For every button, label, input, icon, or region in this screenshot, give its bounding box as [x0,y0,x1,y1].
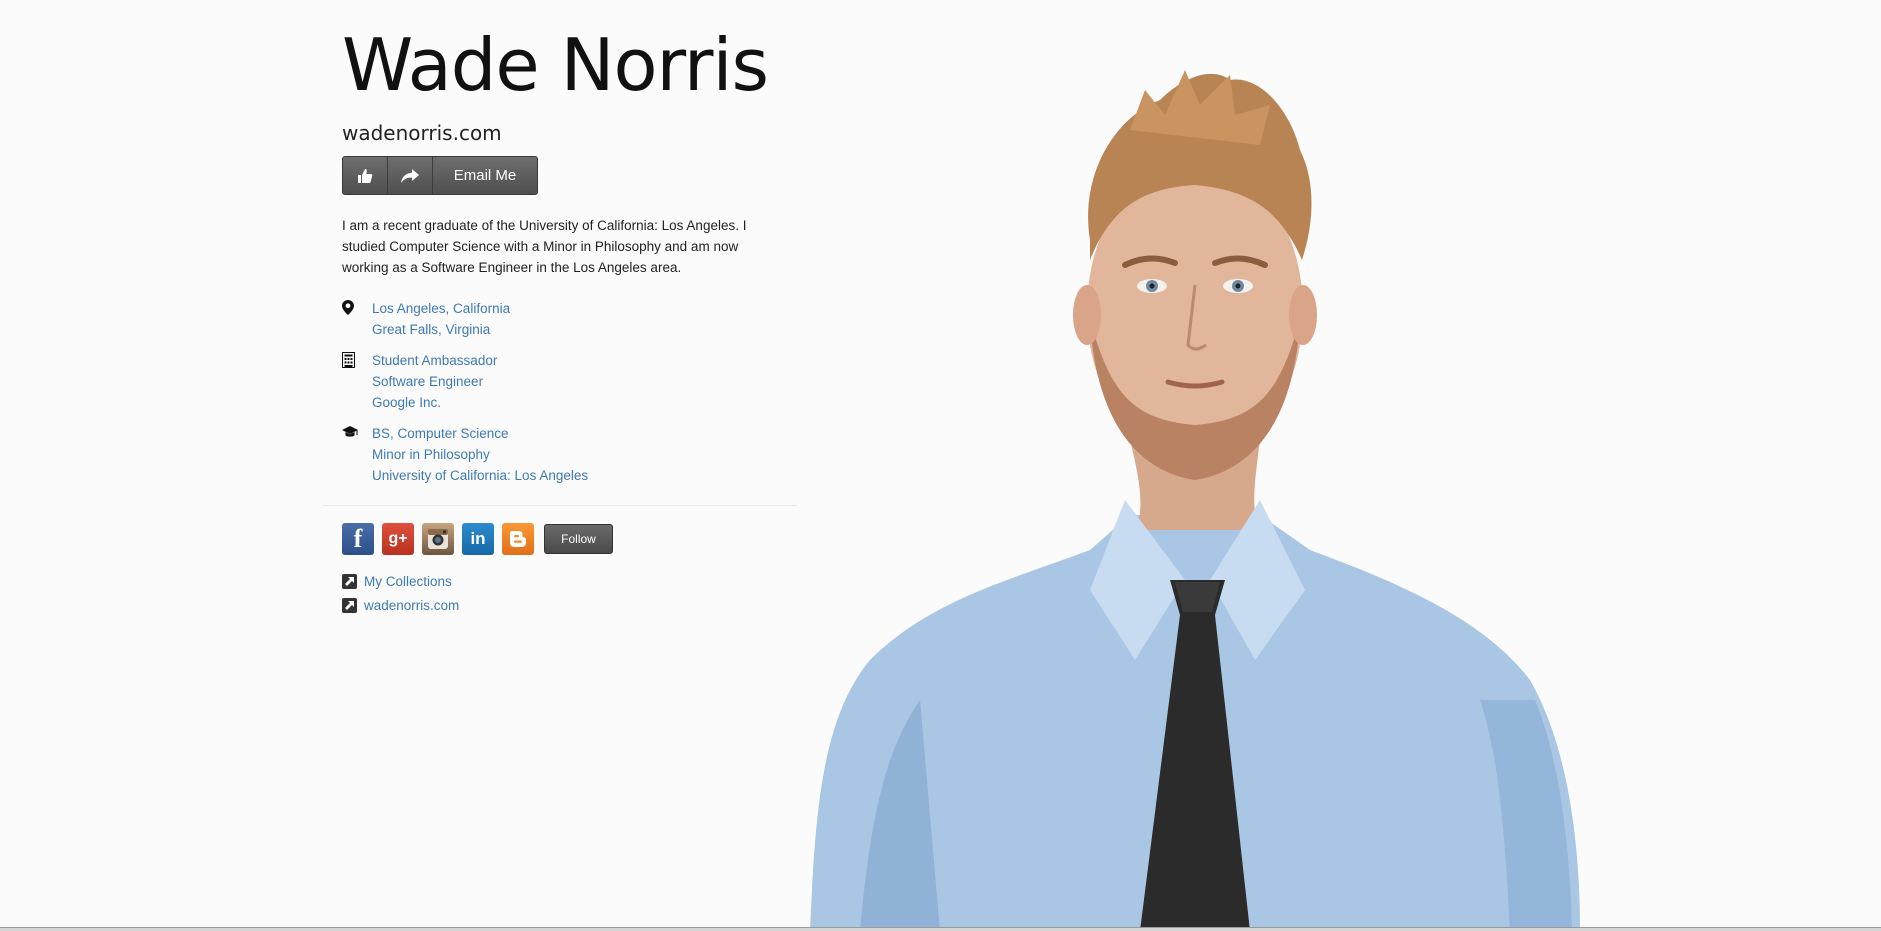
share-arrow-icon [401,168,419,183]
external-link-icon [342,597,357,613]
education-link[interactable]: BS, Computer Science [372,423,588,444]
instagram-icon[interactable] [422,523,454,555]
profile-page: Wade Norris wadenorris.com Email Me I am… [0,0,1881,931]
facebook-icon[interactable]: f [342,523,374,555]
location-link[interactable]: Los Angeles, California [372,298,510,319]
profile-name: Wade Norris [342,23,769,107]
like-button[interactable] [343,157,388,194]
bio-text: I am a recent graduate of the University… [342,218,747,275]
linkedin-icon[interactable]: in [462,523,494,555]
email-me-button[interactable]: Email Me [433,157,537,194]
education-link[interactable]: University of California: Los Angeles [372,465,588,486]
education-block: BS, Computer Science Minor in Philosophy… [342,423,802,486]
external-links: My Collections wadenorris.com [342,569,459,617]
blogger-icon[interactable] [502,523,534,555]
profile-photo [810,70,1580,931]
follow-button[interactable]: Follow [544,524,613,554]
list-item: My Collections [342,569,459,593]
work-link[interactable]: Student Ambassador [372,350,497,371]
share-button[interactable] [388,157,433,194]
graduation-cap-icon [342,426,358,437]
location-link[interactable]: Great Falls, Virginia [372,319,510,340]
section-divider [322,505,797,506]
website-link[interactable]: wadenorris.com [364,598,459,613]
my-collections-link[interactable]: My Collections [364,574,452,589]
education-link[interactable]: Minor in Philosophy [372,444,588,465]
list-item: wadenorris.com [342,593,459,617]
work-block: Student Ambassador Software Engineer Goo… [342,350,802,413]
thumbs-up-icon [358,168,373,183]
profile-facts: Los Angeles, California Great Falls, Vir… [342,298,802,486]
building-icon [342,352,355,368]
bottom-bar [0,927,1881,931]
external-link-icon [342,573,357,589]
work-link[interactable]: Google Inc. [372,392,497,413]
action-button-group: Email Me [342,156,538,195]
map-pin-icon [342,300,354,315]
location-block: Los Angeles, California Great Falls, Vir… [342,298,802,340]
social-links: f g+ in Follow [342,523,613,555]
profile-website: wadenorris.com [342,121,502,145]
profile-column: Wade Norris wadenorris.com Email Me I am… [342,22,802,496]
google-plus-icon[interactable]: g+ [382,523,414,555]
work-link[interactable]: Software Engineer [372,371,497,392]
